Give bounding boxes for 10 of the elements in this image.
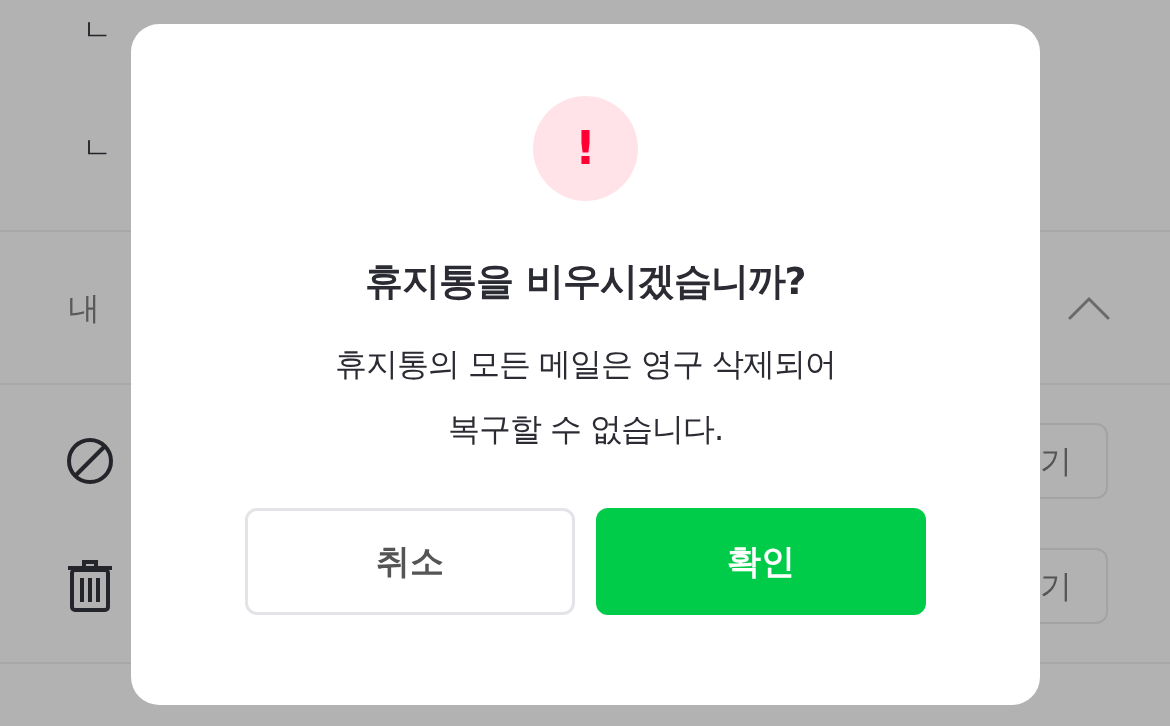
tree-branch-marker: ㄴ <box>82 130 112 166</box>
prohibited-icon <box>66 436 114 485</box>
dialog-title: 휴지통을 비우시겠습니까? <box>365 258 806 305</box>
warning-icon: ! <box>533 96 638 201</box>
dialog-message: 휴지통의 모든 메일은 영구 삭제되어 복구할 수 없습니다. <box>334 344 837 450</box>
section-title: 내 <box>68 287 100 329</box>
chevron-up-icon[interactable] <box>1068 295 1110 320</box>
cancel-button[interactable]: 취소 <box>245 508 575 615</box>
trash-icon <box>66 560 114 613</box>
tree-branch-marker: ㄴ <box>82 12 112 48</box>
